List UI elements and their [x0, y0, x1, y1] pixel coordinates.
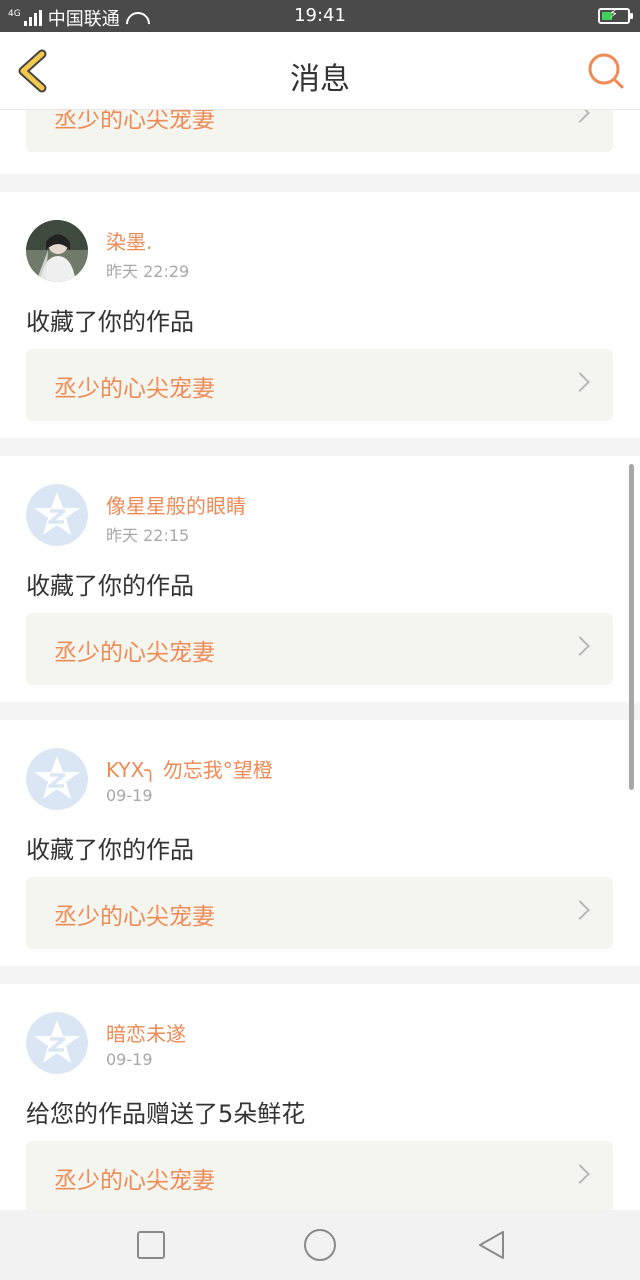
work-title: 丞少的心尖宠妻 [54, 640, 215, 666]
user-name[interactable]: 像星星般的眼睛 [106, 490, 246, 519]
work-link[interactable]: 丞少的心尖宠妻 [26, 1141, 613, 1210]
message-card-partial: 丞少的心尖宠妻 [0, 110, 640, 174]
work-link[interactable]: 丞少的心尖宠妻 [26, 613, 613, 685]
default-avatar[interactable] [26, 484, 88, 546]
default-star-avatar-icon [26, 484, 88, 546]
work-link[interactable]: 丞少的心尖宠妻 [26, 877, 613, 949]
scrollbar[interactable] [629, 464, 634, 790]
search-icon [588, 53, 624, 89]
message-text: 收藏了你的作品 [26, 308, 194, 336]
message-card: 像星星般的眼睛 昨天 22:15 收藏了你的作品 丞少的心尖宠妻 [0, 456, 640, 702]
user-name[interactable]: KYX╮ 勿忘我°望橙 [106, 754, 273, 783]
message-list[interactable]: 丞少的心尖宠妻 染墨. 昨天 22:29 收藏了你的作品 丞少的心尖宠妻 像星星… [0, 110, 640, 1210]
battery-icon: ⚡ [598, 7, 633, 24]
square-icon [137, 1231, 165, 1259]
triangle-back-icon [479, 1231, 504, 1259]
message-time: 09-19 [106, 786, 153, 805]
user-name[interactable]: 暗恋未遂 [106, 1018, 186, 1047]
work-title: 丞少的心尖宠妻 [54, 1168, 215, 1194]
user-name[interactable]: 染墨. [106, 226, 152, 255]
default-star-avatar-icon [26, 748, 88, 810]
chevron-right-icon [570, 110, 590, 123]
recents-button[interactable] [135, 1229, 167, 1261]
chevron-right-icon [570, 900, 590, 920]
avatar[interactable] [26, 220, 88, 282]
message-time: 昨天 22:29 [106, 262, 190, 281]
message-time: 09-19 [106, 1050, 153, 1069]
message-card: KYX╮ 勿忘我°望橙 09-19 收藏了你的作品 丞少的心尖宠妻 [0, 720, 640, 966]
default-star-avatar-icon [26, 1012, 88, 1074]
work-title: 丞少的心尖宠妻 [54, 376, 215, 402]
message-card: 染墨. 昨天 22:29 收藏了你的作品 丞少的心尖宠妻 [0, 192, 640, 438]
status-bar: 4G 中国联通 19:41 ⚡ [0, 0, 640, 32]
circle-icon [304, 1229, 336, 1261]
message-time: 昨天 22:15 [106, 526, 190, 545]
header: 消息 [0, 32, 640, 110]
work-link[interactable]: 丞少的心尖宠妻 [26, 349, 613, 421]
work-link[interactable]: 丞少的心尖宠妻 [26, 110, 613, 152]
message-text: 收藏了你的作品 [26, 836, 194, 864]
chevron-right-icon [570, 636, 590, 656]
default-avatar[interactable] [26, 1012, 88, 1074]
system-nav-bar [0, 1210, 640, 1280]
status-time: 19:41 [294, 5, 346, 26]
page-title: 消息 [290, 62, 350, 97]
chevron-right-icon [570, 1164, 590, 1184]
message-card: 暗恋未遂 09-19 给您的作品赠送了5朵鲜花 丞少的心尖宠妻 [0, 984, 640, 1210]
search-button[interactable] [586, 51, 626, 91]
message-text: 给您的作品赠送了5朵鲜花 [26, 1100, 306, 1128]
default-avatar[interactable] [26, 748, 88, 810]
work-title: 丞少的心尖宠妻 [54, 904, 215, 930]
work-title: 丞少的心尖宠妻 [54, 110, 215, 133]
chevron-right-icon [570, 372, 590, 392]
back-nav-button[interactable] [476, 1229, 508, 1261]
message-text: 收藏了你的作品 [26, 572, 194, 600]
home-button[interactable] [302, 1227, 338, 1263]
